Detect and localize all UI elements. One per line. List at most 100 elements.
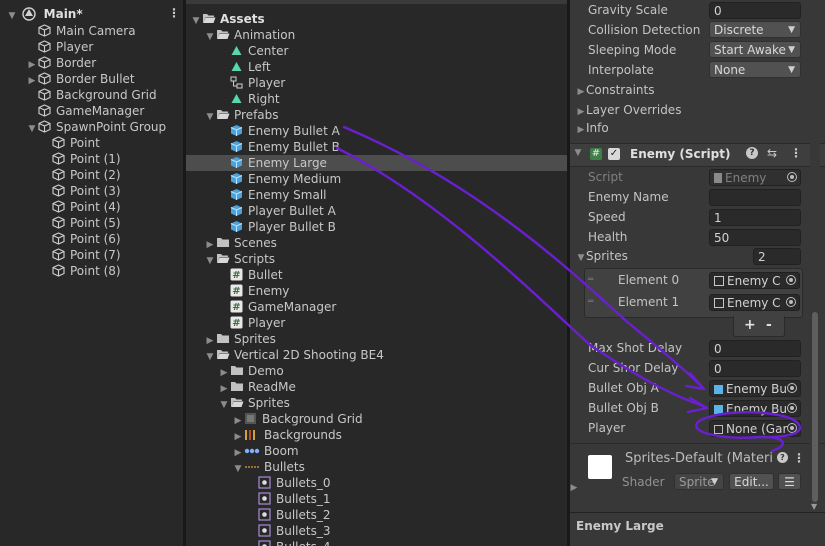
project-item[interactable]: # GameManager bbox=[186, 299, 567, 315]
scrollbar-thumb[interactable] bbox=[812, 312, 818, 502]
project-item[interactable]: ▼ Animation bbox=[186, 27, 567, 43]
project-item[interactable]: ▶ Demo bbox=[186, 363, 567, 379]
hierarchy-item[interactable]: Point (3) bbox=[0, 183, 183, 199]
hierarchy-item[interactable]: Main Camera bbox=[0, 23, 183, 39]
component-menu-icon[interactable]: ⋮ bbox=[790, 146, 802, 160]
project-item[interactable]: Bullets_1 bbox=[186, 491, 567, 507]
object-picker-icon[interactable] bbox=[787, 423, 797, 433]
object-picker-icon[interactable] bbox=[787, 403, 797, 413]
bullet-obj-b-field[interactable]: Enemy Bu bbox=[709, 400, 801, 417]
hierarchy-item[interactable]: Point (6) bbox=[0, 231, 183, 247]
element0-field[interactable]: Enemy C bbox=[709, 272, 800, 289]
constraints-foldout[interactable]: ▶ Constraints bbox=[576, 81, 655, 99]
info-foldout[interactable]: ▶ Info bbox=[576, 119, 609, 137]
project-item[interactable]: ▼ Bullets bbox=[186, 459, 567, 475]
scene-menu-icon[interactable]: ⋮ bbox=[168, 6, 180, 20]
project-label: Bullets_3 bbox=[276, 524, 331, 538]
hierarchy-item[interactable]: Point (5) bbox=[0, 215, 183, 231]
hierarchy-item[interactable]: Point (2) bbox=[0, 167, 183, 183]
hierarchy-item[interactable]: ▼ SpawnPoint Group bbox=[0, 119, 183, 135]
collision-detection-dropdown[interactable]: Discrete ▼ bbox=[709, 21, 801, 38]
project-item[interactable]: ▼ Scripts bbox=[186, 251, 567, 267]
scene-header[interactable]: ▼ Main* bbox=[0, 6, 183, 22]
health-field[interactable]: 50 bbox=[709, 229, 801, 246]
project-item[interactable]: Left bbox=[186, 59, 567, 75]
project-item[interactable]: Bullets_4 bbox=[186, 539, 567, 546]
element1-field[interactable]: Enemy C bbox=[709, 294, 800, 311]
chevron-right-icon[interactable]: ▶ bbox=[570, 483, 580, 493]
sleeping-mode-dropdown[interactable]: Start Awake ▼ bbox=[709, 41, 801, 58]
drag-handle-icon[interactable]: ═ bbox=[588, 297, 593, 307]
cur-shot-delay-field[interactable]: 0 bbox=[709, 360, 801, 377]
project-item[interactable]: Enemy Bullet A bbox=[186, 123, 567, 139]
hierarchy-item[interactable]: Point (1) bbox=[0, 151, 183, 167]
object-picker-icon[interactable] bbox=[787, 383, 797, 393]
project-item[interactable]: Enemy Bullet B bbox=[186, 139, 567, 155]
drag-handle-icon[interactable]: ═ bbox=[588, 275, 593, 285]
project-item[interactable]: ▶ Boom bbox=[186, 443, 567, 459]
player-field[interactable]: None (Gar bbox=[709, 420, 801, 437]
hierarchy-item[interactable]: Point (4) bbox=[0, 199, 183, 215]
speed-field[interactable]: 1 bbox=[709, 209, 801, 226]
enemy-script-header[interactable]: ▼ # ✓ Enemy (Script) ? ⇆ ⋮ bbox=[570, 143, 825, 167]
project-item[interactable]: Center bbox=[186, 43, 567, 59]
component-menu-icon[interactable]: ⋮ bbox=[793, 451, 805, 465]
project-item[interactable]: ▼ Vertical 2D Shooting BE4 bbox=[186, 347, 567, 363]
hierarchy-item[interactable]: ▶ Border Bullet bbox=[0, 71, 183, 87]
hierarchy-item[interactable]: ▶ Border bbox=[0, 55, 183, 71]
hierarchy-item[interactable]: Point (7) bbox=[0, 247, 183, 263]
project-item[interactable]: Bullets_0 bbox=[186, 475, 567, 491]
project-item[interactable]: Player Bullet B bbox=[186, 219, 567, 235]
list-item[interactable]: ═ Element 0 Enemy C bbox=[585, 271, 802, 291]
project-item[interactable]: ▶ Background Grid bbox=[186, 411, 567, 427]
enemy-name-field[interactable] bbox=[709, 189, 801, 206]
layer-overrides-foldout[interactable]: ▶ Layer Overrides bbox=[576, 101, 682, 119]
project-item[interactable]: Enemy Medium bbox=[186, 171, 567, 187]
project-item[interactable]: ▼ Prefabs bbox=[186, 107, 567, 123]
scene-foldout-arrow[interactable]: ▼ bbox=[6, 8, 18, 24]
chevron-down-icon[interactable]: ▼ bbox=[572, 148, 584, 158]
object-picker-icon[interactable] bbox=[786, 297, 796, 307]
project-item[interactable]: ▼ Assets bbox=[186, 11, 567, 27]
hierarchy-item[interactable]: Point (8) bbox=[0, 263, 183, 279]
project-item[interactable]: Bullets_2 bbox=[186, 507, 567, 523]
bullet-obj-a-field[interactable]: Enemy Bu bbox=[709, 380, 801, 397]
project-item[interactable]: ▶ Scenes bbox=[186, 235, 567, 251]
object-picker-icon[interactable] bbox=[786, 275, 796, 285]
help-icon[interactable]: ? bbox=[777, 452, 788, 463]
hierarchy-item[interactable]: Player bbox=[0, 39, 183, 55]
project-item[interactable]: # Enemy bbox=[186, 283, 567, 299]
shader-dropdown[interactable]: Sprite ▼ bbox=[674, 473, 724, 490]
project-label: Enemy Large bbox=[248, 156, 327, 170]
max-shot-delay-field[interactable]: 0 bbox=[709, 340, 801, 357]
project-item[interactable]: ▼ Sprites bbox=[186, 395, 567, 411]
remove-element-button[interactable]: - bbox=[766, 317, 772, 333]
shader-list-button[interactable]: ☰ bbox=[778, 473, 801, 490]
project-item[interactable]: ▶ Sprites bbox=[186, 331, 567, 347]
hierarchy-item[interactable]: GameManager bbox=[0, 103, 183, 119]
component-enabled-checkbox[interactable]: ✓ bbox=[608, 148, 620, 160]
list-item[interactable]: ═ Element 1 Enemy C bbox=[585, 293, 802, 313]
sprites-foldout[interactable]: ▼ Sprites bbox=[576, 247, 628, 265]
sprites-size-field[interactable]: 2 bbox=[753, 248, 801, 265]
project-item[interactable]: # Bullet bbox=[186, 267, 567, 283]
interpolate-dropdown[interactable]: None ▼ bbox=[709, 61, 801, 78]
project-item[interactable]: Enemy Small bbox=[186, 187, 567, 203]
hierarchy-item[interactable]: Background Grid bbox=[0, 87, 183, 103]
hierarchy-item[interactable]: Point bbox=[0, 135, 183, 151]
scroll-down-arrow[interactable]: ▼ bbox=[811, 502, 817, 511]
preset-icon[interactable]: ⇆ bbox=[767, 146, 777, 160]
project-item[interactable]: Right bbox=[186, 91, 567, 107]
shader-edit-button[interactable]: Edit... bbox=[729, 473, 774, 490]
project-item[interactable]: ▶ ReadMe bbox=[186, 379, 567, 395]
help-icon[interactable]: ? bbox=[746, 147, 758, 159]
project-item[interactable]: Bullets_3 bbox=[186, 523, 567, 539]
project-item[interactable]: ▶ Backgrounds bbox=[186, 427, 567, 443]
project-item[interactable]: Player Bullet A bbox=[186, 203, 567, 219]
project-item[interactable]: Enemy Large bbox=[186, 155, 567, 171]
project-item[interactable]: Player bbox=[186, 75, 567, 91]
add-element-button[interactable]: + bbox=[744, 317, 756, 333]
gravity-scale-field[interactable]: 0 bbox=[709, 2, 801, 19]
inspector-scrollbar[interactable]: ▼ bbox=[810, 0, 820, 511]
project-item[interactable]: # Player bbox=[186, 315, 567, 331]
